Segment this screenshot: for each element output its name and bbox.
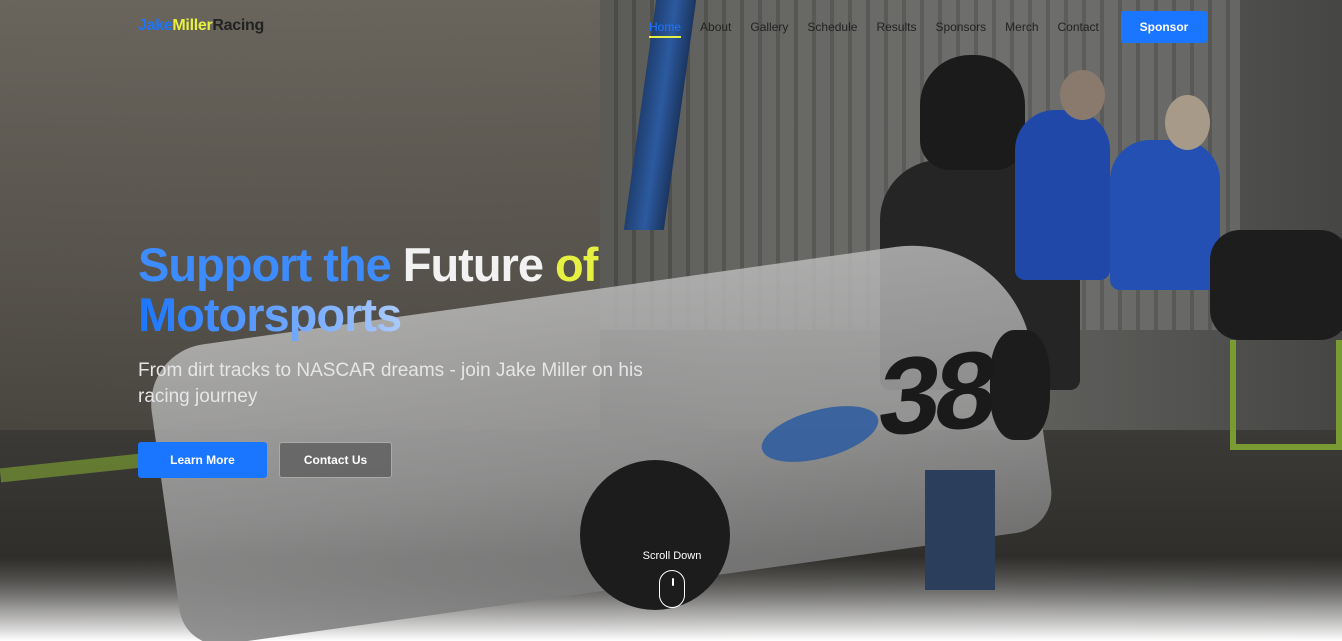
nav-link-sponsors[interactable]: Sponsors: [935, 20, 986, 38]
nav-link-contact[interactable]: Contact: [1058, 20, 1099, 38]
hero-title-word: Support: [138, 238, 312, 291]
hero-subtitle: From dirt tracks to NASCAR dreams - join…: [138, 360, 643, 407]
crew-member-figure: [1110, 140, 1220, 290]
hero-title-word: Motorsports: [138, 288, 402, 341]
contact-us-button[interactable]: Contact Us: [279, 442, 392, 478]
hero-title: Support the Future of Motorsports: [138, 240, 698, 340]
mouse-scroll-icon: [659, 570, 685, 608]
nav-link-about[interactable]: About: [700, 20, 731, 38]
background-kart: [1210, 230, 1342, 340]
logo-part-jake: Jake: [138, 17, 173, 34]
hero-title-word: Future: [402, 238, 544, 291]
hero-title-word: the: [323, 238, 391, 291]
sponsor-button[interactable]: Sponsor: [1121, 11, 1207, 43]
site-logo[interactable]: JakeMillerRacing: [138, 17, 264, 35]
scroll-down-indicator[interactable]: Scroll Down: [636, 550, 708, 608]
kart-tire: [990, 330, 1050, 440]
logo-part-miller: Miller: [172, 17, 213, 34]
crew-member-figure: [1015, 110, 1110, 280]
learn-more-button[interactable]: Learn More: [138, 442, 267, 478]
nav-link-merch[interactable]: Merch: [1005, 20, 1038, 38]
hero-section: 38 JakeMillerRacing Home About Gallery S…: [0, 0, 1342, 641]
nav-link-gallery[interactable]: Gallery: [750, 20, 788, 38]
driver-legs: [925, 470, 995, 590]
nav-link-results[interactable]: Results: [876, 20, 916, 38]
scroll-down-label: Scroll Down: [642, 550, 702, 562]
nav-link-schedule[interactable]: Schedule: [807, 20, 857, 38]
navbar: JakeMillerRacing Home About Gallery Sche…: [0, 0, 1342, 54]
nav-links: Home About Gallery Schedule Results Spon…: [649, 20, 1118, 38]
nav-link-home[interactable]: Home: [649, 20, 682, 38]
hero-content: Support the Future of Motorsports From d…: [138, 240, 698, 478]
crew-member-head: [1165, 95, 1210, 150]
logo-part-racing: Racing: [212, 17, 264, 34]
hero-title-word: of: [555, 238, 598, 291]
kart-number: 38: [873, 327, 997, 460]
hero-buttons: Learn More Contact Us: [138, 442, 698, 478]
crew-member-head: [1060, 70, 1105, 120]
driver-helmet: [920, 55, 1025, 170]
background-kart-stand: [1230, 340, 1342, 450]
